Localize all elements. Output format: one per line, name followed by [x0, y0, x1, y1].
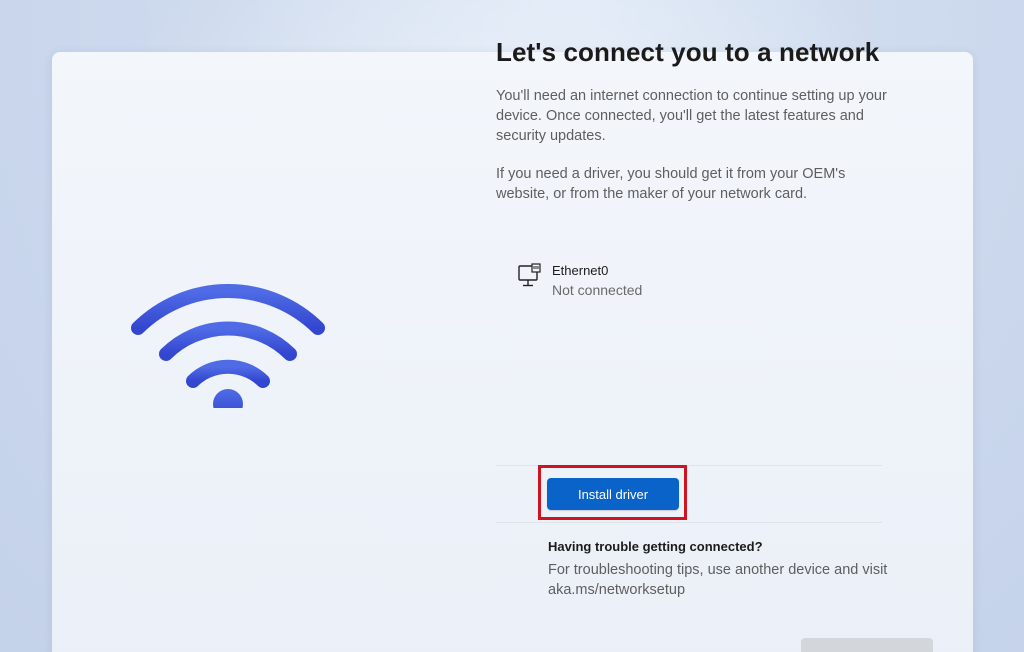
ethernet-icon	[518, 263, 541, 287]
wifi-illustration	[128, 258, 328, 419]
divider-bottom	[496, 522, 882, 523]
content-panel: Let's connect you to a network You'll ne…	[496, 36, 888, 298]
troubleshooting-text: For troubleshooting tips, use another de…	[548, 562, 888, 598]
network-info: Ethernet0 Not connected	[552, 262, 642, 300]
troubleshooting-section: Having trouble getting connected? For tr…	[548, 538, 928, 600]
wifi-icon	[131, 284, 325, 419]
troubleshooting-heading: Having trouble getting connected?	[548, 539, 763, 554]
network-status: Not connected	[552, 282, 643, 298]
wifi-arc-inner	[186, 359, 270, 388]
description-connection: You'll need an internet connection to co…	[496, 88, 887, 144]
description-driver: If you need a driver, you should get it …	[496, 166, 846, 202]
wifi-dot	[213, 389, 243, 419]
wifi-arc-middle	[159, 321, 297, 361]
install-driver-button[interactable]: Install driver	[547, 478, 679, 510]
page-title: Let's connect you to a network	[496, 37, 880, 67]
next-button[interactable]	[801, 638, 933, 652]
network-item-ethernet[interactable]: Ethernet0 Not connected	[516, 262, 642, 300]
network-name: Ethernet0	[552, 263, 609, 278]
